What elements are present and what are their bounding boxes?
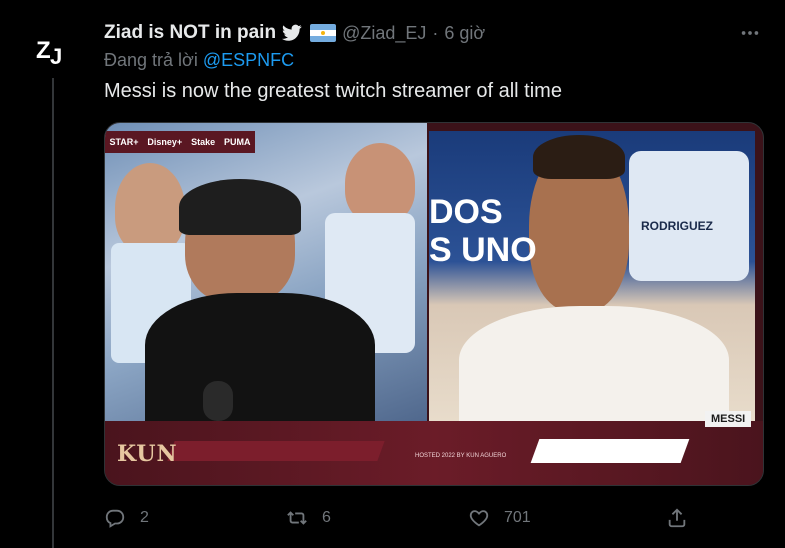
like-count: 701 <box>504 509 531 526</box>
hosted-label: HOSTED 2022 BY KUN AGUERO <box>415 453 507 459</box>
tweet-timestamp[interactable]: 6 giờ <box>444 23 485 44</box>
author-display-name[interactable]: Ziad is NOT in pain <box>104 22 276 44</box>
thread-line <box>52 78 54 548</box>
like-icon <box>469 510 489 527</box>
more-options-button[interactable] <box>735 20 765 46</box>
streamer-body <box>145 293 375 423</box>
mention-link[interactable]: @ESPNFC <box>203 50 294 70</box>
microphone-icon <box>203 381 233 421</box>
avatar[interactable]: Z J <box>30 28 72 70</box>
reply-button[interactable]: 2 <box>104 504 149 532</box>
like-button[interactable]: 701 <box>468 504 531 532</box>
replying-to-label: Đang trả lời <box>104 50 203 70</box>
sponsor-label: PUMA <box>224 137 251 147</box>
guest-hair <box>533 135 625 179</box>
overlay-stripe <box>167 441 385 461</box>
crowd-figure <box>345 143 415 223</box>
svg-text:J: J <box>50 44 62 69</box>
share-icon <box>668 508 686 528</box>
headset <box>179 179 301 235</box>
replying-to: Đang trả lời @ESPNFC <box>104 50 294 71</box>
sponsor-label: Stake <box>191 137 216 147</box>
guest-body <box>459 306 729 426</box>
name-tag: MESSI <box>705 411 752 427</box>
tweet-text: Messi is now the greatest twitch streame… <box>104 80 562 102</box>
kun-logo: KUN <box>117 441 178 467</box>
retweet-icon <box>287 511 307 525</box>
ellipsis-icon <box>741 31 759 35</box>
jersey-figure <box>629 151 749 281</box>
verified-bird-icon <box>282 24 302 42</box>
reply-icon <box>105 509 125 528</box>
overlay-stripe <box>530 439 690 463</box>
tweet-actions: 2 6 701 <box>104 504 694 532</box>
tweet-media-image[interactable]: STAR+ Disney+ Stake PUMA DOS S UNO RODRI… <box>104 122 764 486</box>
share-button[interactable] <box>666 504 688 532</box>
reply-count: 2 <box>140 509 149 526</box>
stream-right-panel <box>429 131 755 426</box>
sponsor-label: Disney+ <box>147 137 183 147</box>
jersey-name: RODRIGUEZ <box>641 219 713 233</box>
author-handle[interactable]: @Ziad_EJ <box>342 23 426 44</box>
background-banner-text: DOS S UNO <box>429 193 537 269</box>
retweet-count: 6 <box>322 509 331 526</box>
avatar-logo-icon: Z J <box>36 37 62 69</box>
separator-dot: · <box>432 22 439 43</box>
crowd-figure <box>115 163 185 253</box>
svg-text:Z: Z <box>36 37 51 64</box>
tweet-header: Ziad is NOT in pain @Ziad_EJ · 6 giờ <box>104 20 765 46</box>
sponsor-label: STAR+ <box>109 137 139 147</box>
sponsor-bar: STAR+ Disney+ Stake PUMA <box>105 131 255 153</box>
retweet-button[interactable]: 6 <box>286 504 331 532</box>
argentina-flag-icon <box>310 24 337 42</box>
stream-left-panel <box>105 123 427 423</box>
